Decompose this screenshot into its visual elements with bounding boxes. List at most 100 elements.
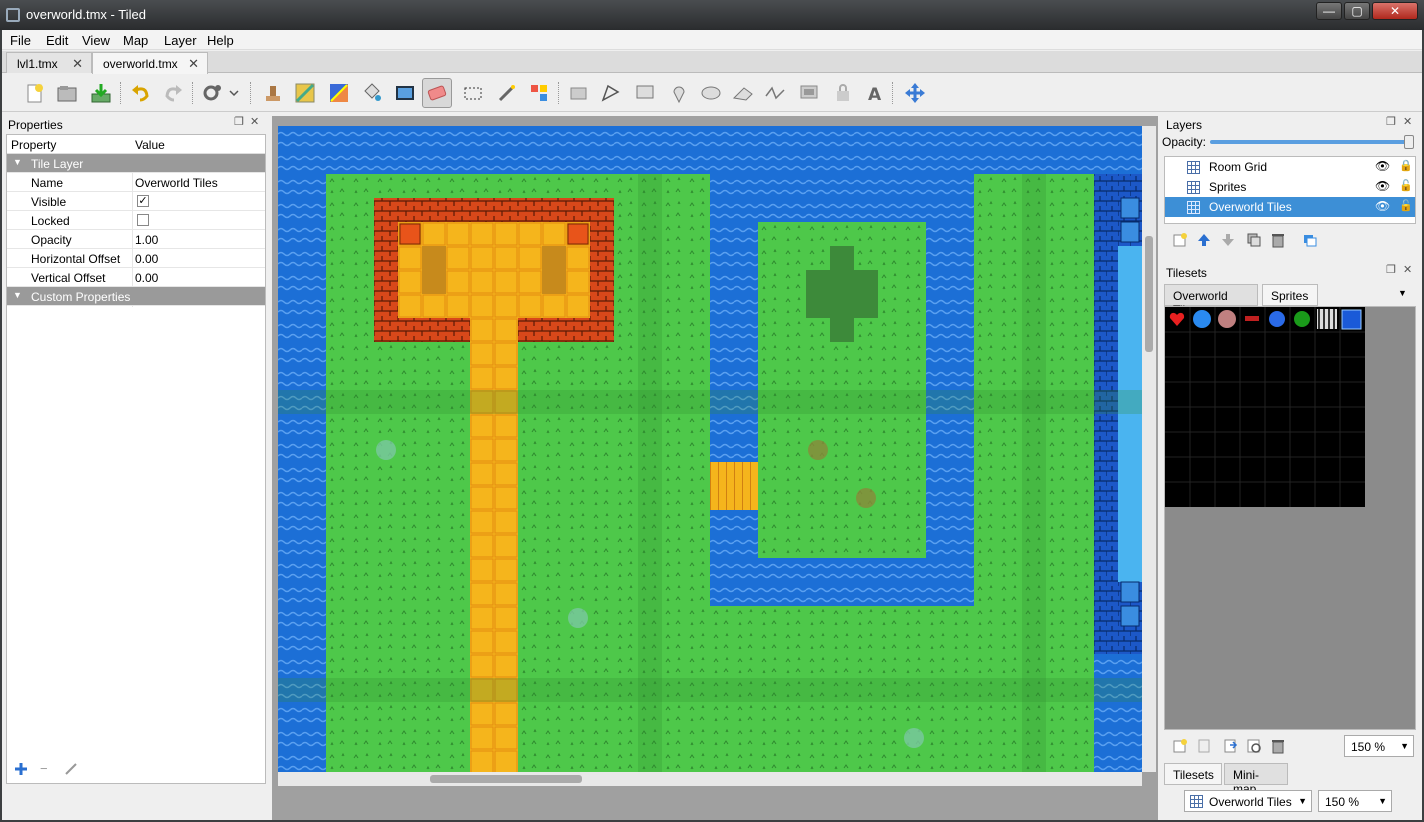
save-icon[interactable] (90, 82, 112, 104)
property-row-name[interactable]: Name Overworld Tiles (7, 173, 265, 192)
menu-file[interactable]: File (10, 33, 31, 48)
remove-property-icon[interactable]: − (40, 761, 48, 776)
eraser-icon[interactable] (426, 82, 448, 104)
new-tileset-icon[interactable] (1172, 738, 1188, 754)
magic-wand-icon[interactable] (496, 82, 518, 104)
property-row-opacity[interactable]: Opacity 1.00 (7, 230, 265, 249)
tileset-dropdown-icon[interactable]: ▼ (1398, 288, 1407, 298)
insert-template-icon[interactable] (832, 82, 854, 104)
maximize-button[interactable]: ▢ (1344, 2, 1370, 20)
opacity-slider-handle[interactable] (1404, 135, 1414, 149)
blue-orb-tile[interactable] (1269, 311, 1285, 327)
locked-checkbox[interactable] (137, 214, 149, 226)
close-button[interactable]: ✕ (1372, 2, 1418, 20)
edit-tileset-icon[interactable] (1246, 738, 1262, 754)
new-file-icon[interactable] (24, 82, 46, 104)
float-panel-icon[interactable]: ❐ (234, 117, 244, 128)
float-panel-icon[interactable]: ❐ (1386, 265, 1396, 276)
property-row-visible[interactable]: Visible ✓ (7, 192, 265, 211)
tab-overworld[interactable]: overworld.tmx ✕ (92, 52, 208, 74)
insert-text-icon[interactable]: A (864, 82, 886, 104)
layer-options-icon[interactable] (1302, 232, 1318, 248)
open-file-icon[interactable] (56, 82, 78, 104)
insert-polyline-icon[interactable] (764, 82, 786, 104)
chevron-down-icon[interactable]: ▼ (1298, 796, 1307, 806)
tileset-tab-overworld[interactable]: Overworld Tiles (1164, 284, 1258, 317)
tileset-grid[interactable] (1165, 307, 1365, 507)
heart-tile[interactable] (1169, 312, 1185, 326)
tileset-tab-sprites[interactable]: Sprites (1262, 284, 1318, 306)
delete-layer-icon[interactable] (1270, 232, 1286, 248)
stamp-brush-icon[interactable] (262, 82, 284, 104)
insert-polygon-icon[interactable] (732, 82, 754, 104)
layer-overworld-tiles[interactable]: Overworld Tiles 👁 🔓 (1165, 197, 1415, 217)
import-tileset-icon[interactable] (1196, 738, 1212, 754)
close-panel-icon[interactable]: ✕ (1403, 117, 1413, 128)
property-value[interactable]: 0.00 (135, 252, 158, 266)
insert-rectangle-icon[interactable] (634, 82, 656, 104)
bucket-fill-icon[interactable] (360, 82, 382, 104)
terrain-brush-icon[interactable] (294, 82, 316, 104)
property-row-locked[interactable]: Locked (7, 211, 265, 230)
close-panel-icon[interactable]: ✕ (1403, 265, 1413, 276)
map-canvas[interactable] (278, 126, 1142, 772)
tileset-zoom-select[interactable]: 150 % ▼ (1344, 735, 1414, 757)
column-property[interactable]: Property (11, 138, 56, 152)
property-row-vertical-offset[interactable]: Vertical Offset 0.00 (7, 268, 265, 287)
tab-mini-map[interactable]: Mini-map (1224, 763, 1288, 796)
raise-layer-icon[interactable] (1196, 232, 1212, 248)
collapse-arrow-icon[interactable]: ▼ (13, 157, 22, 167)
chevron-down-icon[interactable]: ▼ (1400, 741, 1409, 751)
map-horizontal-scrollbar[interactable] (278, 772, 1142, 786)
duplicate-layer-icon[interactable] (1246, 232, 1262, 248)
menu-map[interactable]: Map (123, 33, 148, 48)
insert-tile-icon[interactable] (798, 82, 820, 104)
chevron-down-icon[interactable] (228, 82, 240, 104)
select-same-tile-icon[interactable] (528, 82, 550, 104)
blue-slime-tile[interactable] (1193, 310, 1211, 328)
lock-icon[interactable]: 🔒 (1399, 159, 1413, 172)
eye-icon[interactable]: 👁 (1375, 179, 1390, 193)
menu-view[interactable]: View (82, 33, 110, 48)
remove-tileset-icon[interactable] (1270, 738, 1286, 754)
tab-tilesets[interactable]: Tilesets (1164, 763, 1222, 785)
shape-fill-icon[interactable] (394, 82, 416, 104)
map-vertical-scrollbar[interactable] (1142, 126, 1156, 772)
layer-sprites[interactable]: Sprites 👁 🔓 (1165, 177, 1415, 197)
rectangle-select-icon[interactable] (462, 82, 484, 104)
move-arrows-icon[interactable] (904, 82, 926, 104)
eye-icon[interactable]: 👁 (1375, 159, 1390, 173)
layer-room-grid[interactable]: Room Grid 👁 🔒 (1165, 157, 1415, 177)
eye-icon[interactable]: 👁 (1375, 199, 1390, 213)
opacity-slider[interactable] (1210, 140, 1410, 144)
undo-icon[interactable] (130, 82, 152, 104)
group-tile-layer[interactable]: ▼ Tile Layer (7, 154, 265, 173)
commands-gear-icon[interactable] (202, 82, 224, 104)
rename-property-icon[interactable] (64, 762, 78, 776)
column-value[interactable]: Value (135, 138, 165, 152)
key-tile[interactable] (1245, 316, 1259, 321)
status-zoom-select[interactable]: 150 % ▼ (1318, 790, 1392, 812)
property-row-horizontal-offset[interactable]: Horizontal Offset 0.00 (7, 249, 265, 268)
insert-ellipse-icon[interactable] (700, 82, 722, 104)
float-panel-icon[interactable]: ❐ (1386, 117, 1396, 128)
unlock-icon[interactable]: 🔓 (1399, 179, 1413, 192)
unlock-icon[interactable]: 🔓 (1399, 199, 1413, 212)
menu-help[interactable]: Help (207, 33, 234, 48)
export-tileset-icon[interactable] (1222, 738, 1238, 754)
menu-edit[interactable]: Edit (46, 33, 68, 48)
green-orb-tile[interactable] (1294, 311, 1310, 327)
minimize-button[interactable]: — (1316, 2, 1342, 20)
new-layer-icon[interactable] (1172, 232, 1188, 248)
collapse-arrow-icon[interactable]: ▼ (13, 290, 22, 300)
redo-icon[interactable] (162, 82, 184, 104)
property-value[interactable]: Overworld Tiles (135, 176, 218, 190)
wang-brush-icon[interactable] (328, 82, 350, 104)
property-value[interactable]: 0.00 (135, 271, 158, 285)
scrollbar-thumb[interactable] (430, 775, 582, 783)
close-tab-icon[interactable]: ✕ (188, 56, 199, 72)
visible-checkbox[interactable]: ✓ (137, 195, 149, 207)
add-property-icon[interactable] (14, 762, 28, 776)
edit-polygons-icon[interactable] (600, 82, 622, 104)
property-value[interactable]: 1.00 (135, 233, 158, 247)
